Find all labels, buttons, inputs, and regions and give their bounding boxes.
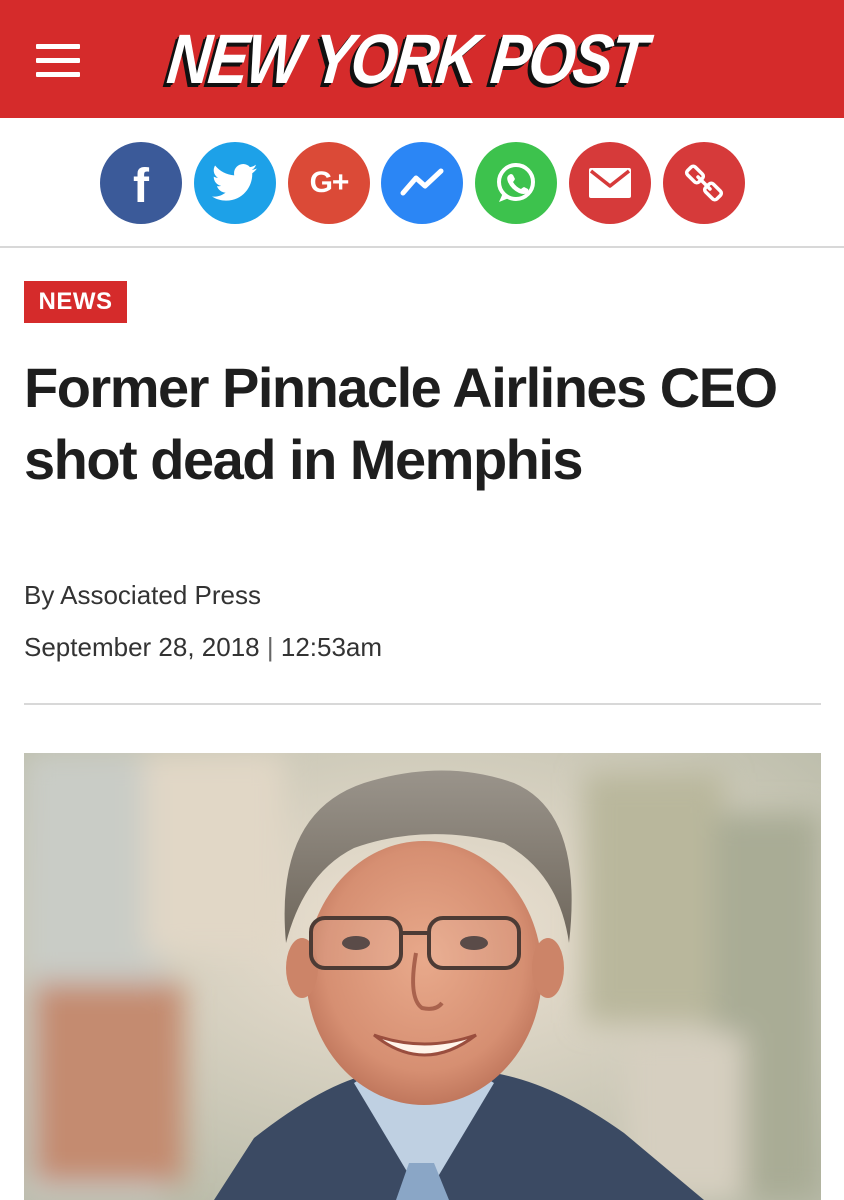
date-separator: |: [266, 632, 274, 662]
publish-date: September 28, 2018: [24, 632, 260, 662]
publish-dateline: September 28, 2018 | 12:53am: [24, 632, 382, 663]
section-badge[interactable]: NEWS: [24, 281, 127, 323]
facebook-icon: f: [133, 159, 149, 213]
article-photo[interactable]: [24, 753, 821, 1200]
byline: By Associated Press: [24, 580, 261, 610]
google-plus-icon: G+: [309, 166, 350, 199]
site-logo[interactable]: NEW YORK POST: [164, 18, 649, 100]
copy-link-button[interactable]: [663, 142, 745, 224]
top-navigation-bar: NEW YORK POST: [0, 0, 844, 118]
publish-time: 12:53am: [280, 632, 383, 662]
whatsapp-icon: [497, 163, 535, 202]
messenger-share-button[interactable]: [381, 142, 463, 224]
link-icon: [684, 164, 724, 202]
article-headline: Former Pinnacle Airlines CEO shot dead i…: [24, 356, 778, 491]
twitter-share-button[interactable]: [194, 142, 276, 224]
menu-icon[interactable]: [36, 42, 82, 78]
email-icon: [589, 168, 631, 198]
divider: [24, 703, 821, 705]
twitter-icon: [212, 164, 258, 201]
facebook-share-button[interactable]: f: [100, 142, 182, 224]
messenger-icon: [400, 168, 444, 196]
share-bar: f G+: [0, 118, 844, 248]
whatsapp-share-button[interactable]: [475, 142, 557, 224]
google-plus-share-button[interactable]: G+: [288, 142, 370, 224]
email-share-button[interactable]: [569, 142, 651, 224]
portrait-image: [24, 753, 821, 1200]
